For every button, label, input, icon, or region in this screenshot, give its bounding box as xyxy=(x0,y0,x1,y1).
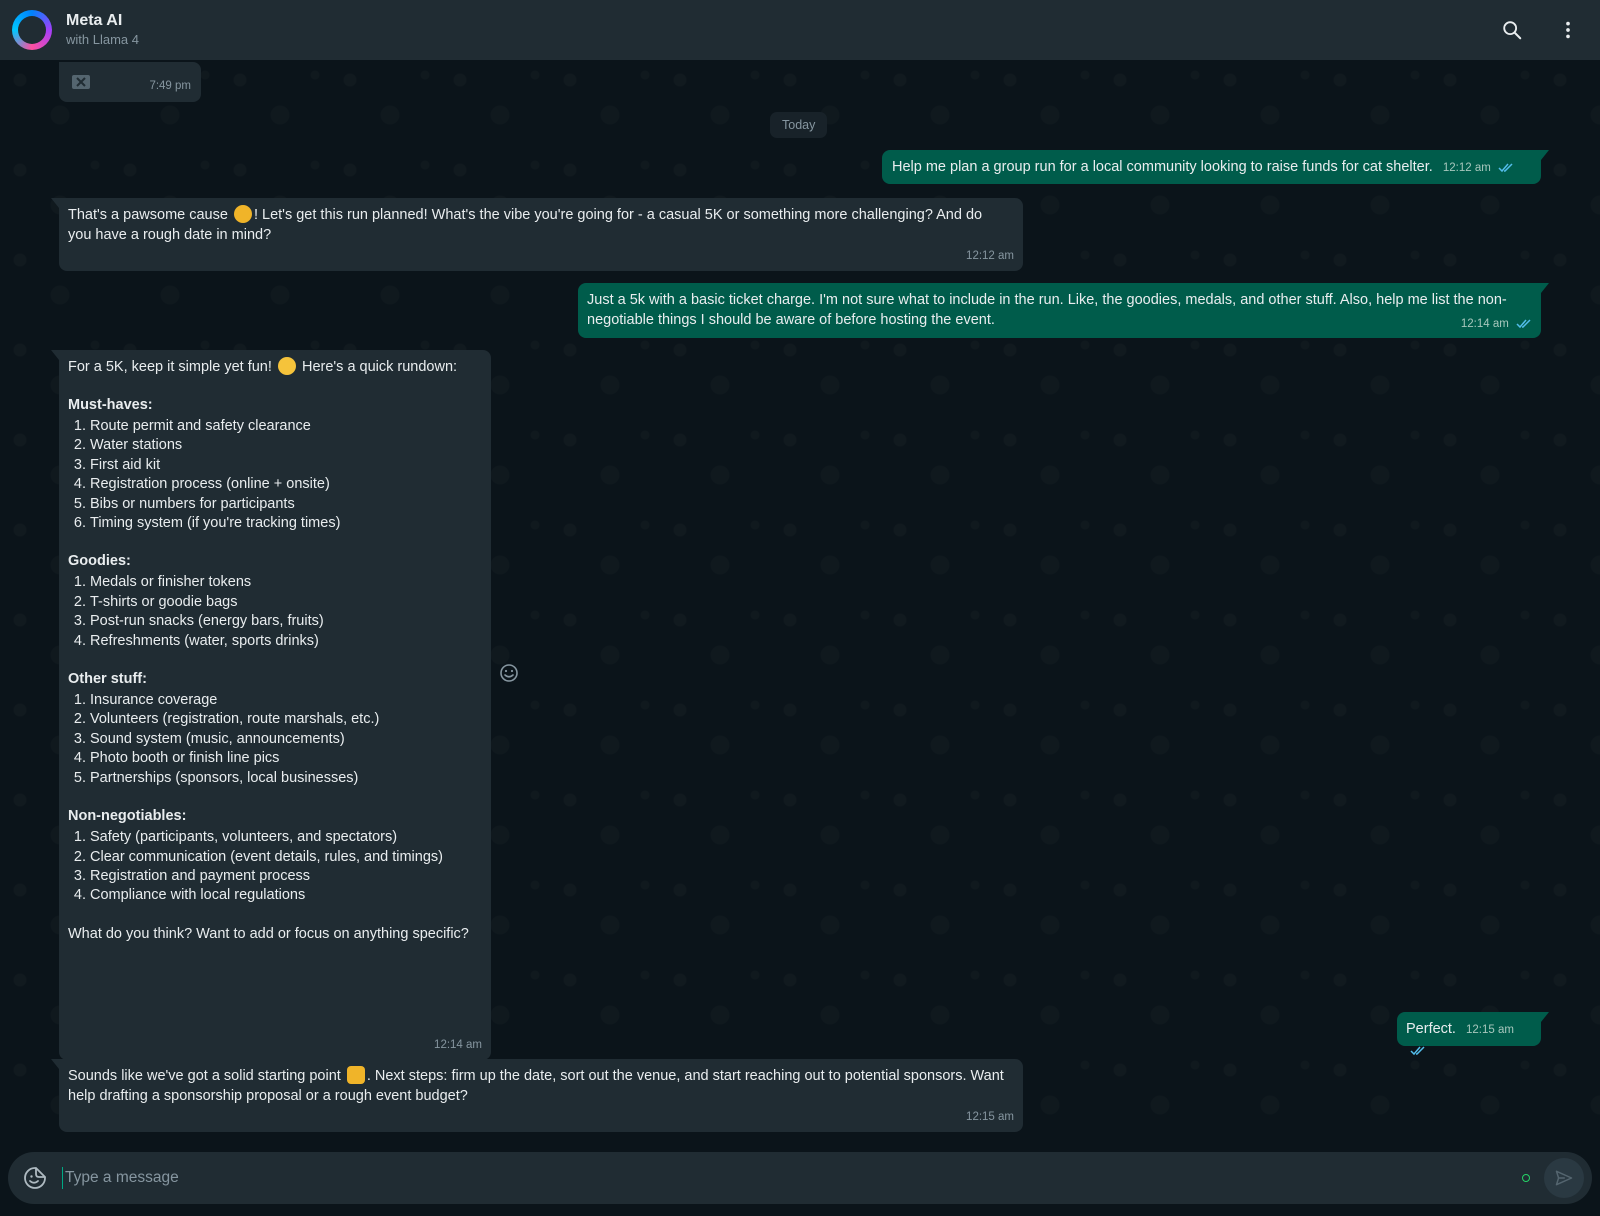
image-deleted-icon xyxy=(72,75,90,89)
contact-name: Meta AI xyxy=(66,12,123,29)
sticker-button[interactable] xyxy=(22,1165,48,1191)
list-item: Refreshments (water, sports drinks) xyxy=(90,632,482,651)
list-item: Registration and payment process xyxy=(90,867,482,886)
composer xyxy=(8,1152,1592,1204)
smiley-icon xyxy=(500,664,518,682)
message-intro: For a 5K, keep it simple yet fun! Here's… xyxy=(68,357,458,375)
date-divider: Today xyxy=(770,112,828,138)
list-item: Photo booth or finish line pics xyxy=(90,749,482,768)
section-list: Insurance coverage Volunteers (registrat… xyxy=(90,691,482,788)
message-text: Perfect. xyxy=(1406,1021,1456,1037)
message-bubble-previous[interactable]: 7:49 pm xyxy=(59,62,201,102)
list-item: Medals or finisher tokens xyxy=(90,573,482,592)
message-text: Sounds like we've got a solid starting p… xyxy=(68,1066,1004,1104)
react-button[interactable] xyxy=(499,663,521,685)
thumbs-up-emoji xyxy=(346,1066,365,1084)
list-item: T-shirts or goodie bags xyxy=(90,593,482,612)
section-list: Medals or finisher tokens T-shirts or go… xyxy=(90,573,482,651)
menu-button[interactable] xyxy=(1552,14,1584,46)
list-item: Compliance with local regulations xyxy=(90,886,482,905)
chat-header: Meta AI with Llama 4 xyxy=(0,0,1600,60)
read-ticks-icon xyxy=(1410,1046,1425,1056)
message-bubble-outgoing[interactable]: Help me plan a group run for a local com… xyxy=(882,150,1549,184)
message-time: 7:49 pm xyxy=(149,80,191,92)
search-icon xyxy=(1503,21,1522,40)
list-item: Timing system (if you're tracking times) xyxy=(90,514,482,533)
read-ticks-icon xyxy=(1498,163,1513,173)
avatar[interactable] xyxy=(12,10,52,50)
search-button[interactable] xyxy=(1496,14,1528,46)
list-item: Volunteers (registration, route marshals… xyxy=(90,710,482,729)
message-time: 12:15 am xyxy=(1466,1024,1514,1036)
list-item: Partnerships (sponsors, local businesses… xyxy=(90,769,482,788)
message-outro: What do you think? Want to add or focus … xyxy=(68,925,469,942)
message-bubble-incoming[interactable]: Sounds like we've got a solid starting p… xyxy=(51,1059,1023,1132)
list-item: Clear communication (event details, rule… xyxy=(90,848,482,867)
list-item: Registration process (online + onsite) xyxy=(90,475,482,494)
list-item: Water stations xyxy=(90,436,482,455)
contact-info[interactable]: Meta AI with Llama 4 xyxy=(66,11,139,49)
section-title: Non-negotiables: xyxy=(68,808,187,825)
sticker-icon xyxy=(24,1167,46,1189)
status-indicator xyxy=(1522,1174,1530,1182)
message-text: Help me plan a group run for a local com… xyxy=(892,159,1433,175)
message-bubble-incoming[interactable]: That's a pawsome cause ! Let's get this … xyxy=(51,198,1023,271)
list-item: Safety (participants, volunteers, and sp… xyxy=(90,828,482,847)
list-item: Sound system (music, announcements) xyxy=(90,730,482,749)
list-item: Post-run snacks (energy bars, fruits) xyxy=(90,612,482,631)
message-time: 12:12 am xyxy=(1442,162,1491,174)
list-item: Insurance coverage xyxy=(90,691,482,710)
send-icon xyxy=(1555,1170,1573,1186)
list-item: Route permit and safety clearance xyxy=(90,417,482,436)
cat-emoji xyxy=(233,205,252,223)
section-title: Other stuff: xyxy=(68,671,147,688)
message-time: 12:12 am xyxy=(966,250,1014,262)
contact-subtitle: with Llama 4 xyxy=(66,32,139,47)
message-text: Just a 5k with a basic ticket charge. I'… xyxy=(587,292,1507,328)
message-time: 12:14 am xyxy=(1460,318,1509,330)
send-button[interactable] xyxy=(1544,1158,1584,1198)
composer-bar xyxy=(0,1140,1600,1216)
message-text: That's a pawsome cause ! Let's get this … xyxy=(68,205,983,243)
app-window: Meta AI with Llama 4 7:49 pm Today Help … xyxy=(0,0,1600,1216)
message-input[interactable] xyxy=(62,1167,1522,1189)
message-time: 12:14 am xyxy=(434,1039,482,1051)
more-vertical-icon xyxy=(1566,21,1570,39)
section-list: Safety (participants, volunteers, and sp… xyxy=(90,828,482,906)
message-time: 12:15 am xyxy=(966,1111,1014,1123)
message-list[interactable]: 7:49 pm Today Help me plan a group run f… xyxy=(0,60,1600,1140)
section-title: Goodies: xyxy=(68,553,131,570)
list-item: First aid kit xyxy=(90,456,482,475)
message-bubble-incoming[interactable]: For a 5K, keep it simple yet fun! Here's… xyxy=(51,350,491,1060)
list-item: Bibs or numbers for participants xyxy=(90,495,482,514)
section-title: Must-haves: xyxy=(68,397,153,413)
message-bubble-outgoing[interactable]: Just a 5k with a basic ticket charge. I'… xyxy=(578,283,1549,338)
message-bubble-outgoing[interactable]: Perfect. 12:15 am xyxy=(1397,1012,1549,1056)
read-ticks-icon xyxy=(1516,319,1531,329)
smiling-emoji xyxy=(277,357,296,375)
section-list: Route permit and safety clearance Water … xyxy=(90,417,482,533)
